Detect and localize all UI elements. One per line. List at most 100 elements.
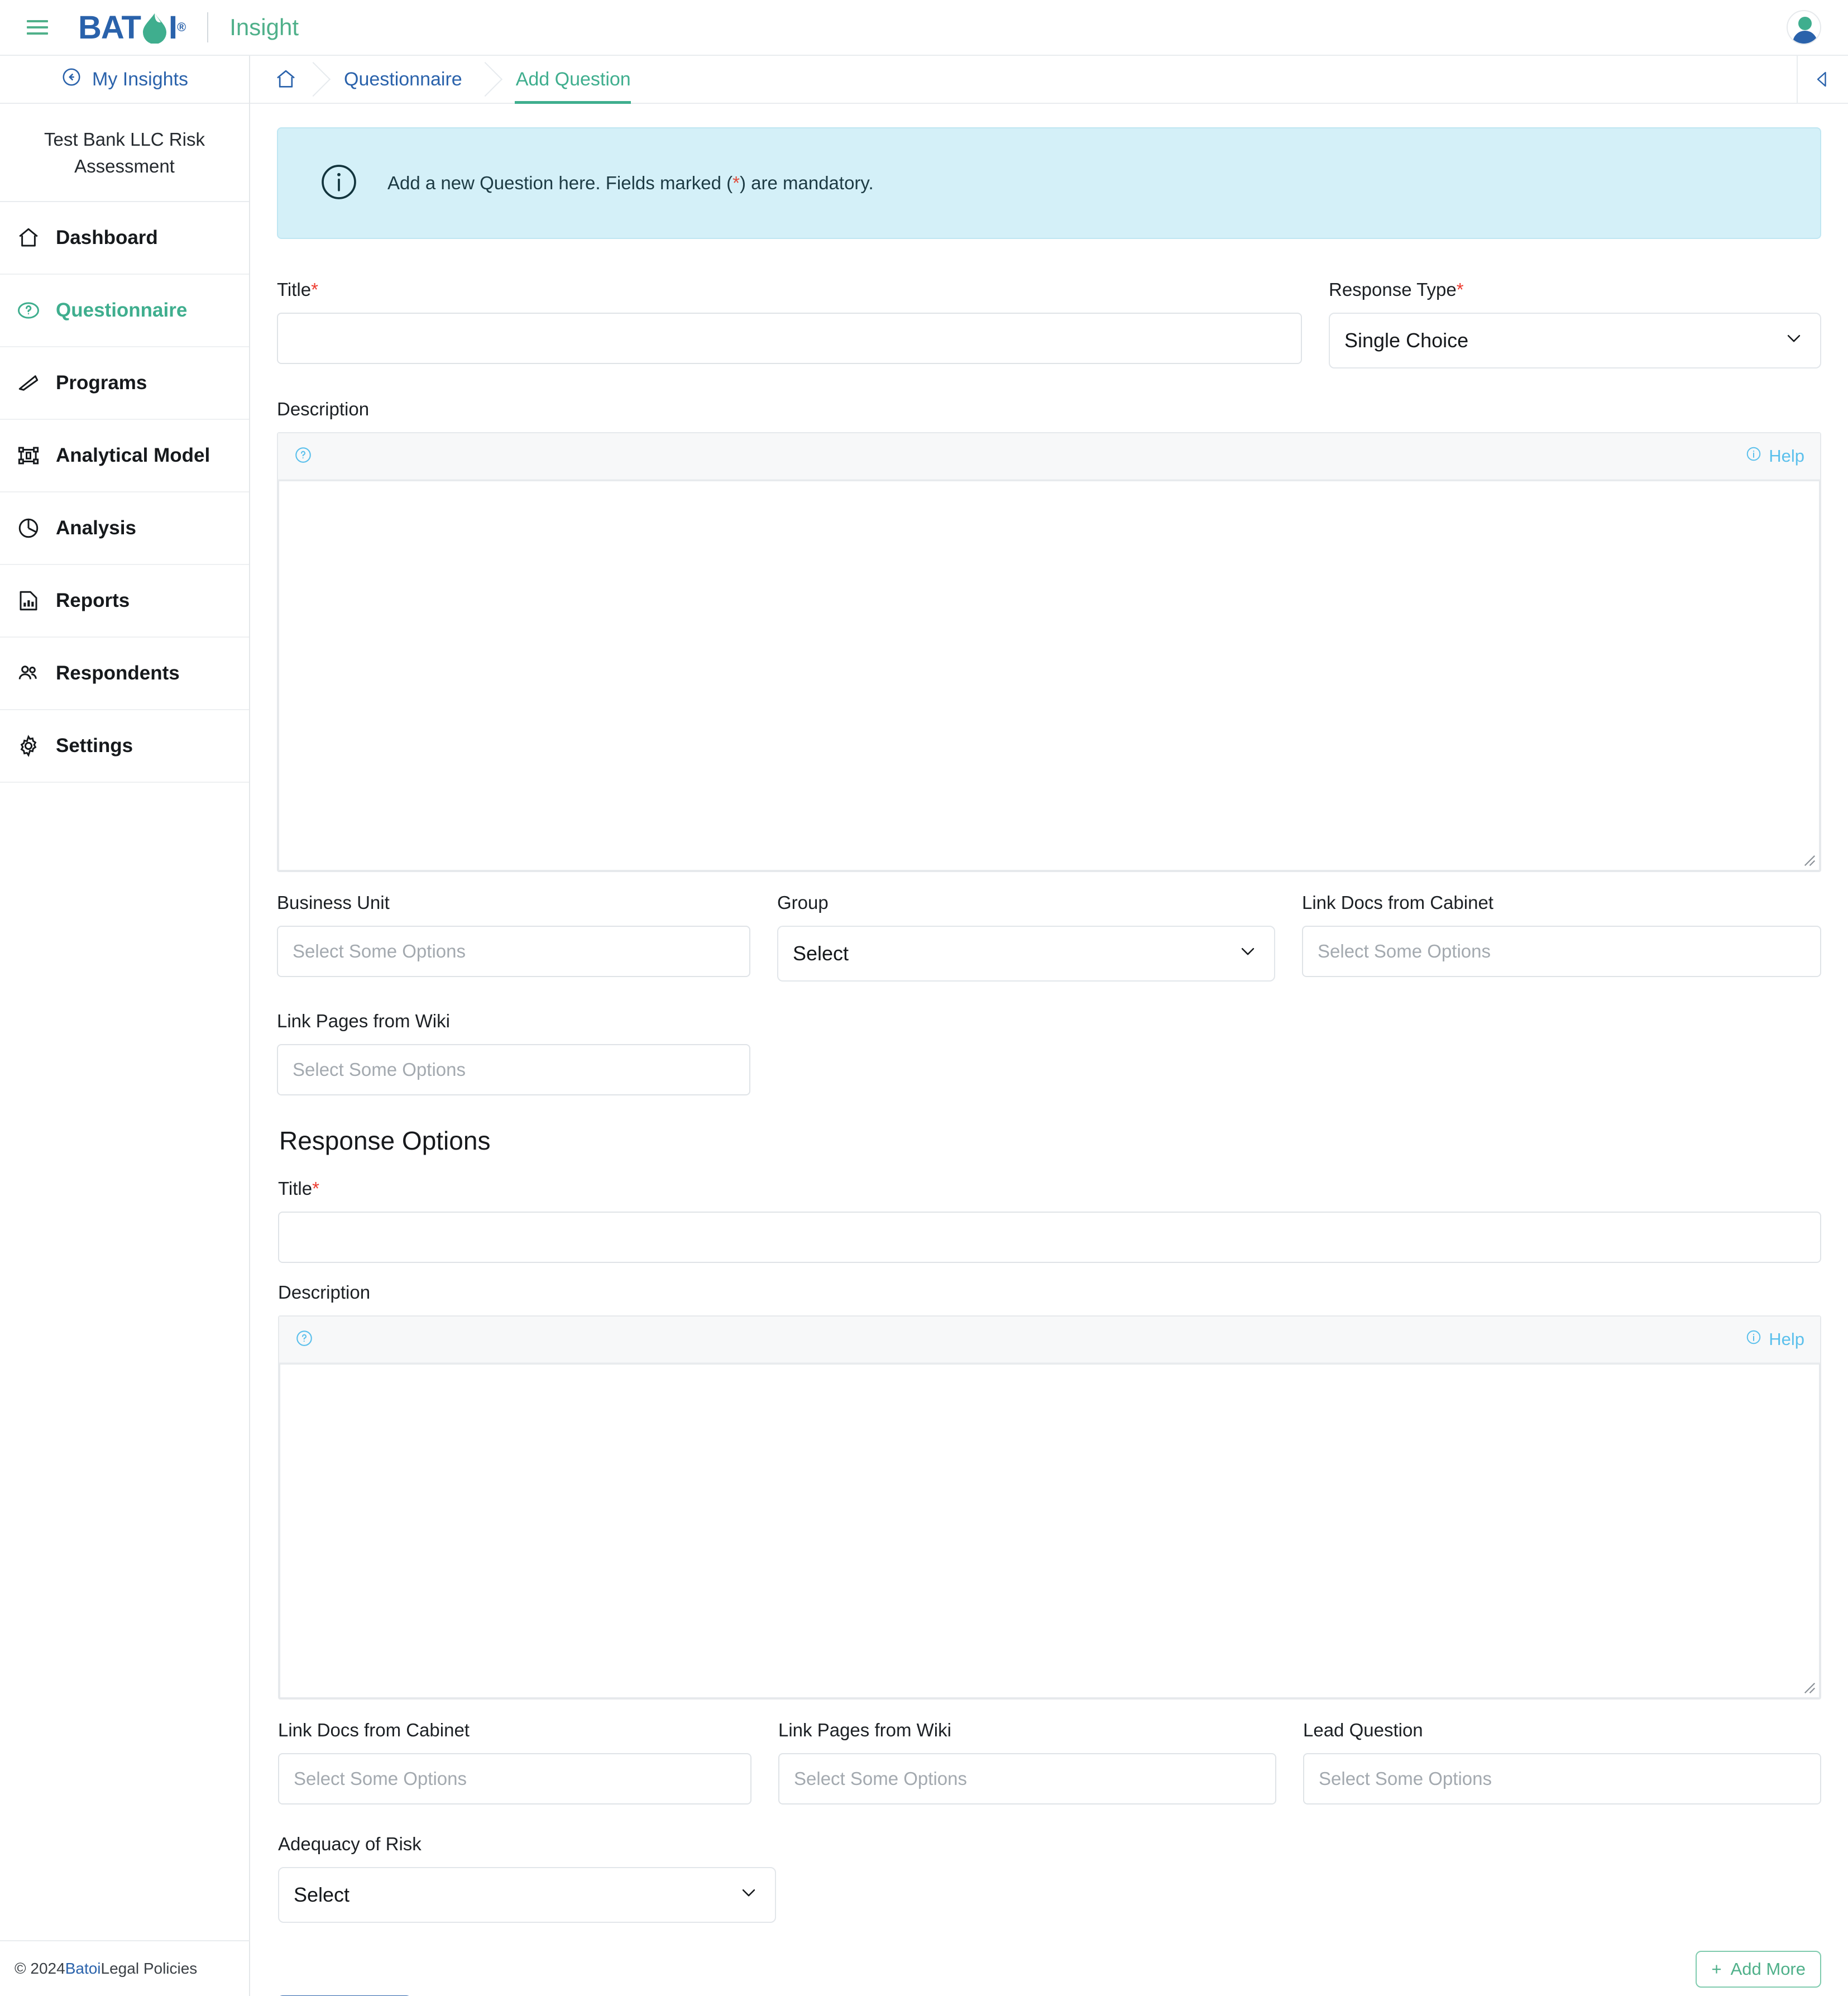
response-type-value: Single Choice xyxy=(1344,329,1469,352)
submit-row: Submit xyxy=(250,1988,1848,1996)
sidebar-item-label: Respondents xyxy=(56,662,180,684)
adequacy-row: Adequacy of Risk Select xyxy=(278,1834,1821,1934)
link-docs-label: Link Docs from Cabinet xyxy=(1302,892,1493,913)
resize-handle-icon[interactable] xyxy=(1800,851,1816,867)
link-wiki-field: Link Pages from Wiki Select Some Options xyxy=(277,1011,750,1095)
info-text-star: * xyxy=(733,173,740,193)
option-link-docs-placeholder: Select Some Options xyxy=(294,1768,467,1789)
option-link-wiki-multiselect[interactable]: Select Some Options xyxy=(778,1753,1276,1804)
info-banner: Add a new Question here. Fields marked (… xyxy=(277,127,1821,239)
breadcrumb-item-questionnaire[interactable]: Questionnaire xyxy=(314,56,486,103)
add-more-button[interactable]: + Add More xyxy=(1696,1951,1821,1988)
hamburger-icon[interactable] xyxy=(27,16,50,39)
breadcrumb-home[interactable] xyxy=(250,56,314,103)
business-unit-field: Business Unit Select Some Options xyxy=(277,892,750,982)
option-title-field: Title* xyxy=(278,1178,1821,1263)
brand-text: BAT xyxy=(78,9,141,46)
question-meta-row: Business Unit Select Some Options Group … xyxy=(277,892,1821,993)
option-description-editor: Help xyxy=(278,1315,1821,1700)
question-title-input[interactable] xyxy=(277,313,1302,364)
sidebar-item-label: Dashboard xyxy=(56,226,158,248)
registered-mark: ® xyxy=(177,20,186,34)
response-options-section: Response Options Title* Description Help… xyxy=(277,1126,1821,1934)
pie-chart-icon xyxy=(16,515,41,541)
question-description-textarea[interactable] xyxy=(278,480,1820,871)
response-options-heading: Response Options xyxy=(279,1126,491,1155)
response-type-label-text: Response Type xyxy=(1329,279,1457,300)
sidebar-item-label: Analytical Model xyxy=(56,444,210,466)
lead-question-placeholder: Select Some Options xyxy=(1319,1768,1492,1789)
response-type-select[interactable]: Single Choice xyxy=(1329,313,1821,368)
question-wiki-row: Link Pages from Wiki Select Some Options xyxy=(277,1011,1821,1107)
info-circle-icon xyxy=(1745,446,1762,467)
my-insights-back-link[interactable]: My Insights xyxy=(0,56,249,104)
option-title-label-text: Title xyxy=(278,1178,313,1199)
link-wiki-label: Link Pages from Wiki xyxy=(277,1011,450,1031)
adequacy-of-risk-select[interactable]: Select xyxy=(278,1867,776,1923)
my-insights-label: My Insights xyxy=(92,68,188,90)
avatar-body xyxy=(1793,31,1817,44)
top-bar: BAT I ® Insight xyxy=(0,0,1848,56)
report-bars-icon xyxy=(16,588,41,614)
option-link-docs-label: Link Docs from Cabinet xyxy=(278,1720,470,1740)
option-link-docs-multiselect[interactable]: Select Some Options xyxy=(278,1753,751,1804)
chevron-down-icon xyxy=(1784,329,1803,353)
required-star: * xyxy=(1456,279,1464,300)
business-unit-placeholder: Select Some Options xyxy=(293,941,466,961)
resize-handle-icon[interactable] xyxy=(1800,1678,1816,1694)
option-description-field: Description Help xyxy=(278,1282,1821,1700)
option-description-textarea[interactable] xyxy=(279,1363,1820,1698)
sidebar-footer: © 2024 Batoi Legal Policies xyxy=(0,1940,250,1996)
add-more-row: + Add More xyxy=(250,1934,1848,1988)
sidebar-item-respondents[interactable]: Respondents xyxy=(0,638,249,710)
option-link-wiki-placeholder: Select Some Options xyxy=(794,1768,967,1789)
add-more-label: Add More xyxy=(1730,1959,1806,1979)
sidebar-item-analysis[interactable]: Analysis xyxy=(0,492,249,565)
adequacy-of-risk-label: Adequacy of Risk xyxy=(278,1834,422,1854)
option-title-input[interactable] xyxy=(278,1212,1821,1263)
home-icon xyxy=(16,225,41,251)
option-title-label: Title* xyxy=(278,1178,1821,1199)
brand-text-tail: I xyxy=(168,9,178,46)
chevron-down-icon xyxy=(1238,942,1257,966)
brand-logo[interactable]: BAT I ® Insight xyxy=(78,9,299,46)
info-text-before: Add a new Question here. Fields marked ( xyxy=(387,173,733,193)
lead-question-multiselect[interactable]: Select Some Options xyxy=(1303,1753,1821,1804)
sidebar-item-settings[interactable]: Settings xyxy=(0,710,249,783)
question-title-label-text: Title xyxy=(277,279,312,300)
sidebar-item-programs[interactable]: Programs xyxy=(0,347,249,420)
legal-policies-text: Legal Policies xyxy=(100,1960,198,1977)
home-icon xyxy=(275,68,297,90)
link-wiki-multiselect[interactable]: Select Some Options xyxy=(277,1044,750,1095)
users-icon xyxy=(16,660,41,686)
business-unit-multiselect[interactable]: Select Some Options xyxy=(277,926,750,977)
question-description-editor: Help xyxy=(277,432,1821,872)
required-star: * xyxy=(312,1178,319,1199)
editor-help-link[interactable]: Help xyxy=(1745,1329,1804,1350)
sidebar-item-reports[interactable]: Reports xyxy=(0,565,249,638)
batoi-link[interactable]: Batoi xyxy=(65,1960,101,1978)
sidebar-item-questionnaire[interactable]: Questionnaire xyxy=(0,275,249,347)
info-circle-icon xyxy=(1745,1329,1762,1350)
editor-help-link[interactable]: Help xyxy=(1745,446,1804,467)
question-circle-icon[interactable] xyxy=(295,1329,314,1351)
app-root: BAT I ® Insight My Insights Test Bank LL… xyxy=(0,0,1848,1996)
link-docs-field: Link Docs from Cabinet Select Some Optio… xyxy=(1302,892,1821,982)
response-type-label: Response Type* xyxy=(1329,279,1821,300)
group-select[interactable]: Select xyxy=(777,926,1275,982)
brand-divider xyxy=(207,12,209,42)
sidebar-item-dashboard[interactable]: Dashboard xyxy=(0,202,249,275)
breadcrumb-label: Add Question xyxy=(515,68,631,90)
breadcrumb-item-add-question[interactable]: Add Question xyxy=(486,56,654,104)
editor-help-label: Help xyxy=(1769,446,1804,466)
arrow-left-circle-icon xyxy=(61,66,82,93)
editor-help-label: Help xyxy=(1769,1329,1804,1349)
avatar[interactable] xyxy=(1787,10,1821,45)
editor-toolbar: Help xyxy=(279,1317,1820,1363)
lead-question-field: Lead Question Select Some Options xyxy=(1303,1720,1821,1804)
question-title-field: Title* xyxy=(277,279,1302,368)
sidebar-item-analytical-model[interactable]: Analytical Model xyxy=(0,420,249,492)
collapse-left-icon[interactable] xyxy=(1797,56,1848,103)
question-circle-icon[interactable] xyxy=(294,446,313,467)
link-docs-multiselect[interactable]: Select Some Options xyxy=(1302,926,1821,977)
